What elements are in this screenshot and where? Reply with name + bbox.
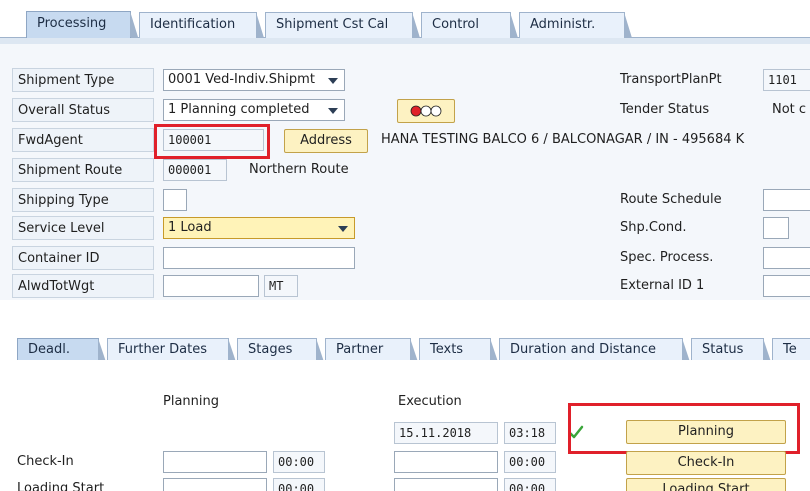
tab-deadlines[interactable]: Deadl. xyxy=(17,338,106,362)
tab-label: Identification xyxy=(150,17,236,32)
shipment-header-panel: Shipment Type Overall Status FwdAgent Sh… xyxy=(0,44,810,300)
label-transport-plan-pt: TransportPlanPt xyxy=(620,72,722,87)
container-id-input[interactable] xyxy=(163,247,355,269)
fwd-agent-address-text: HANA TESTING BALCO 6 / BALCONAGAR / IN -… xyxy=(381,132,745,147)
label-spec-process: Spec. Process. xyxy=(620,250,714,265)
weight-unit-field[interactable]: MT xyxy=(264,275,298,297)
shp-cond-input[interactable] xyxy=(763,217,789,239)
label-alwd-tot-wgt: AlwdTotWgt xyxy=(12,274,154,298)
tab-texts[interactable]: Texts xyxy=(419,338,498,362)
label-overall-status: Overall Status xyxy=(12,98,154,122)
check-in-button[interactable]: Check-In xyxy=(626,451,786,475)
tab-identification[interactable]: Identification xyxy=(139,12,264,38)
label-shipment-type: Shipment Type xyxy=(12,68,154,92)
tab-processing[interactable]: Processing xyxy=(26,11,138,38)
loading-start-label: Loading Start xyxy=(17,481,105,491)
label-service-level: Service Level xyxy=(12,216,154,240)
transport-plan-pt-input[interactable]: 1101 xyxy=(763,69,810,91)
tab-label: Control xyxy=(432,17,479,32)
tab-shipment-cost-calc[interactable]: Shipment Cst Cal xyxy=(265,12,420,38)
tab-duration-distance[interactable]: Duration and Distance xyxy=(499,338,690,362)
shipment-route-description: Northern Route xyxy=(249,162,349,177)
label-route-schedule: Route Schedule xyxy=(620,192,722,207)
tab-stages[interactable]: Stages xyxy=(237,338,324,362)
tab-label: Status xyxy=(702,342,744,357)
traffic-light-icon xyxy=(410,105,442,117)
top-tab-strip: Processing Identification Shipment Cst C… xyxy=(0,0,810,44)
check-in-exec-time-input[interactable]: 00:00 xyxy=(504,451,556,473)
execution-date-input[interactable]: 15.11.2018 xyxy=(394,422,498,444)
shipment-type-select[interactable]: 0001 Ved-Indiv.Shipmt xyxy=(163,69,345,91)
tab-status[interactable]: Status xyxy=(691,338,771,362)
tab-label: Stages xyxy=(248,342,293,357)
route-schedule-input[interactable] xyxy=(763,189,810,211)
alwd-tot-wgt-input[interactable] xyxy=(163,275,259,297)
label-tender-status: Tender Status xyxy=(620,102,710,117)
check-in-exec-date-input[interactable] xyxy=(394,451,498,473)
label-external-id-1: External ID 1 xyxy=(620,278,705,293)
tab-administration[interactable]: Administr. xyxy=(519,12,632,38)
overall-status-select[interactable]: 1 Planning completed xyxy=(163,99,345,121)
shipping-type-input[interactable] xyxy=(163,189,187,211)
label-shipping-type: Shipping Type xyxy=(12,188,154,212)
tab-label: Further Dates xyxy=(118,342,208,357)
tab-label: Duration and Distance xyxy=(510,342,657,357)
deadlines-panel: Planning Execution 15.11.2018 03:18 Plan… xyxy=(0,360,810,491)
tab-label: Deadl. xyxy=(28,342,70,357)
highlight-fwd-agent xyxy=(154,124,270,159)
label-shp-cond: Shp.Cond. xyxy=(620,220,687,235)
check-in-label: Check-In xyxy=(17,454,74,469)
tab-control[interactable]: Control xyxy=(421,12,518,38)
loading-start-button[interactable]: Loading Start xyxy=(626,478,786,491)
tab-label: Partner xyxy=(336,342,384,357)
loading-start-exec-time-input[interactable]: 00:00 xyxy=(504,478,556,491)
tab-label: Shipment Cst Cal xyxy=(276,17,389,32)
shipment-route-input[interactable]: 000001 xyxy=(163,159,227,181)
tab-label: Administr. xyxy=(530,17,596,32)
label-container-id: Container ID xyxy=(12,246,154,270)
tab-label: Processing xyxy=(37,16,107,31)
address-button[interactable]: Address xyxy=(284,129,368,153)
external-id-1-input[interactable] xyxy=(763,275,810,297)
tab-strip-divider xyxy=(0,37,810,44)
tender-status-value: Not c xyxy=(772,102,807,117)
loading-start-exec-date-input[interactable] xyxy=(394,478,498,491)
label-fwd-agent: FwdAgent xyxy=(12,128,154,152)
spec-process-input[interactable] xyxy=(763,247,810,269)
highlight-planning-button xyxy=(568,403,800,454)
planning-column-header: Planning xyxy=(163,394,219,409)
status-traffic-light-button[interactable] xyxy=(397,99,455,123)
loading-start-plan-time-input[interactable]: 00:00 xyxy=(273,478,325,491)
label-shipment-route: Shipment Route xyxy=(12,158,154,182)
check-in-plan-date-input[interactable] xyxy=(163,451,267,473)
tab-further-dates[interactable]: Further Dates xyxy=(107,338,236,362)
execution-column-header: Execution xyxy=(398,394,462,409)
check-in-plan-time-input[interactable]: 00:00 xyxy=(273,451,325,473)
loading-start-plan-date-input[interactable] xyxy=(163,478,267,491)
tab-partner[interactable]: Partner xyxy=(325,338,418,362)
lower-tab-strip: Deadl. Further Dates Stages Partner Text… xyxy=(0,318,810,362)
tab-label: Texts xyxy=(430,342,464,357)
execution-time-input[interactable]: 03:18 xyxy=(504,422,556,444)
tab-label: Te xyxy=(783,342,797,357)
service-level-select[interactable]: 1 Load xyxy=(163,217,355,239)
tab-texts-more[interactable]: Te xyxy=(772,338,810,362)
